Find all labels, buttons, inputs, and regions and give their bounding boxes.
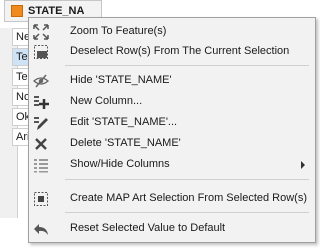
menu-item-create-map-art-selection[interactable]: Create MAP Art Selection From Selected R… — [29, 189, 315, 209]
delete-x-icon — [33, 136, 49, 152]
hide-eye-icon — [33, 73, 49, 89]
menu-item-deselect-rows[interactable]: Deselect Row(s) From The Current Selecti… — [29, 42, 315, 62]
menu-item-label: Hide 'STATE_NAME' — [70, 74, 172, 86]
menu-item-label: Show/Hide Columns — [70, 158, 170, 170]
menu-separator — [65, 65, 309, 66]
deselect-rows-icon — [33, 44, 49, 60]
map-art-selection-icon — [33, 191, 49, 207]
menu-item-label: Delete 'STATE_NAME' — [70, 137, 181, 149]
undo-arrow-icon — [33, 221, 49, 237]
menu-separator — [65, 212, 309, 213]
menu-item-edit-column[interactable]: Edit 'STATE_NAME'... — [29, 113, 315, 133]
edit-pencil-icon — [33, 115, 49, 131]
menu-item-hide-column[interactable]: Hide 'STATE_NAME' — [29, 71, 315, 91]
menu-item-label: Edit 'STATE_NAME'... — [70, 116, 178, 128]
menu-item-label: New Column... — [70, 95, 143, 107]
submenu-arrow-icon — [301, 161, 305, 169]
menu-item-label: Deselect Row(s) From The Current Selecti… — [70, 45, 290, 57]
menu-item-reset-value[interactable]: Reset Selected Value to Default — [29, 219, 315, 239]
menu-item-label: Reset Selected Value to Default — [70, 222, 226, 234]
menu-item-show-hide-columns[interactable]: Show/Hide Columns — [29, 155, 315, 175]
menu-item-new-column[interactable]: New Column... — [29, 92, 315, 112]
menu-item-zoom-to-feature[interactable]: Zoom To Feature(s) — [29, 22, 315, 42]
column-header-label: STATE_NA — [28, 5, 85, 17]
new-column-icon — [33, 94, 49, 110]
field-type-icon — [11, 5, 23, 17]
menu-item-label: Zoom To Feature(s) — [70, 25, 167, 37]
menu-separator — [65, 179, 309, 180]
context-menu: Zoom To Feature(s) Deselect Row(s) From … — [28, 17, 316, 243]
menu-item-delete-column[interactable]: Delete 'STATE_NAME' — [29, 134, 315, 154]
menu-item-label: Create MAP Art Selection From Selected R… — [70, 192, 307, 204]
columns-list-icon — [33, 157, 49, 173]
zoom-to-feature-icon — [33, 24, 49, 40]
